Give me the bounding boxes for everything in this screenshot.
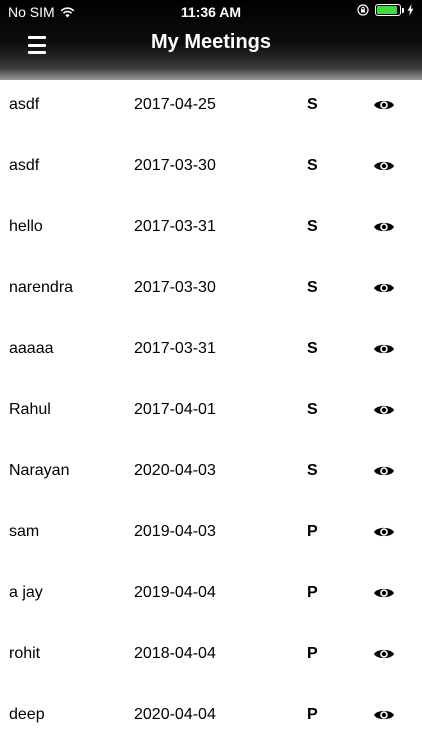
meeting-date: 2017-04-01 [134,401,216,418]
meeting-name: Rahul [9,401,51,418]
eye-icon[interactable] [373,586,395,600]
meeting-date: 2017-03-30 [134,279,216,296]
meeting-date: 2017-03-31 [134,340,216,357]
meeting-row[interactable]: asdf 2017-03-30 S [0,141,422,202]
status-right-group [357,4,414,16]
meeting-name: narendra [9,279,74,296]
meeting-date: 2019-04-04 [134,584,216,601]
battery-cap [402,8,404,13]
charging-icon [407,4,414,16]
meeting-date: 2018-04-04 [134,645,216,662]
eye-icon[interactable] [373,159,395,173]
meeting-row[interactable]: asdf 2017-04-25 S [0,80,422,141]
meeting-date: 2017-03-31 [134,218,216,235]
meeting-name: a jay [9,584,43,601]
eye-icon[interactable] [373,525,395,539]
meeting-type: P [307,584,318,601]
meeting-name: aaaaa [9,340,54,357]
meeting-name: hello [9,218,43,235]
meeting-row[interactable]: deep 2020-04-04 P [0,690,422,750]
eye-icon[interactable] [373,220,395,234]
meeting-type: S [307,157,318,174]
meeting-name: deep [9,706,45,723]
meeting-name: sam [9,523,40,540]
eye-icon[interactable] [373,342,395,356]
meeting-name: rohit [9,645,41,662]
meeting-type: S [307,401,318,418]
eye-icon[interactable] [373,403,395,417]
meeting-date: 2020-04-03 [134,462,216,479]
meeting-row[interactable]: Narayan 2020-04-03 S [0,446,422,507]
meeting-type: S [307,340,318,357]
meeting-row[interactable]: Rahul 2017-04-01 S [0,385,422,446]
app-header: No SIM 11:36 AM My Meetings [0,0,422,80]
battery-level [377,6,397,14]
page-title: My Meetings [150,31,272,53]
meeting-date: 2017-03-30 [134,157,216,174]
meeting-type: P [307,645,318,662]
meeting-type: P [307,523,318,540]
meeting-name: asdf [9,157,40,174]
meeting-type: S [307,279,318,296]
meeting-row[interactable]: sam 2019-04-03 P [0,507,422,568]
meeting-name: asdf [9,96,40,113]
eye-icon[interactable] [373,98,395,112]
meeting-date: 2020-04-04 [134,706,216,723]
meeting-row[interactable]: aaaaa 2017-03-31 S [0,324,422,385]
meeting-row[interactable]: a jay 2019-04-04 P [0,568,422,629]
meeting-row[interactable]: narendra 2017-03-30 S [0,263,422,324]
meeting-list: asdf 2017-04-25 Sasdf 2017-03-30 Shello 2017-… [0,80,422,750]
meeting-row[interactable]: hello 2017-03-31 S [0,202,422,263]
eye-icon[interactable] [373,281,395,295]
meeting-type: S [307,462,318,479]
eye-icon[interactable] [373,708,395,722]
screen: No SIM 11:36 AM My Meetings asdf 2017-04… [0,0,422,750]
meeting-date: 2017-04-25 [134,96,216,113]
battery-icon [375,4,404,16]
meeting-type: P [307,706,318,723]
meeting-type: S [307,218,318,235]
orientation-lock-icon [357,4,369,16]
eye-icon[interactable] [373,647,395,661]
meeting-row[interactable]: rohit 2018-04-04 P [0,629,422,690]
eye-icon[interactable] [373,464,395,478]
meeting-type: S [307,96,318,113]
status-bar: No SIM 11:36 AM [0,0,422,24]
meeting-name: Narayan [9,462,70,479]
meeting-date: 2019-04-03 [134,523,216,540]
